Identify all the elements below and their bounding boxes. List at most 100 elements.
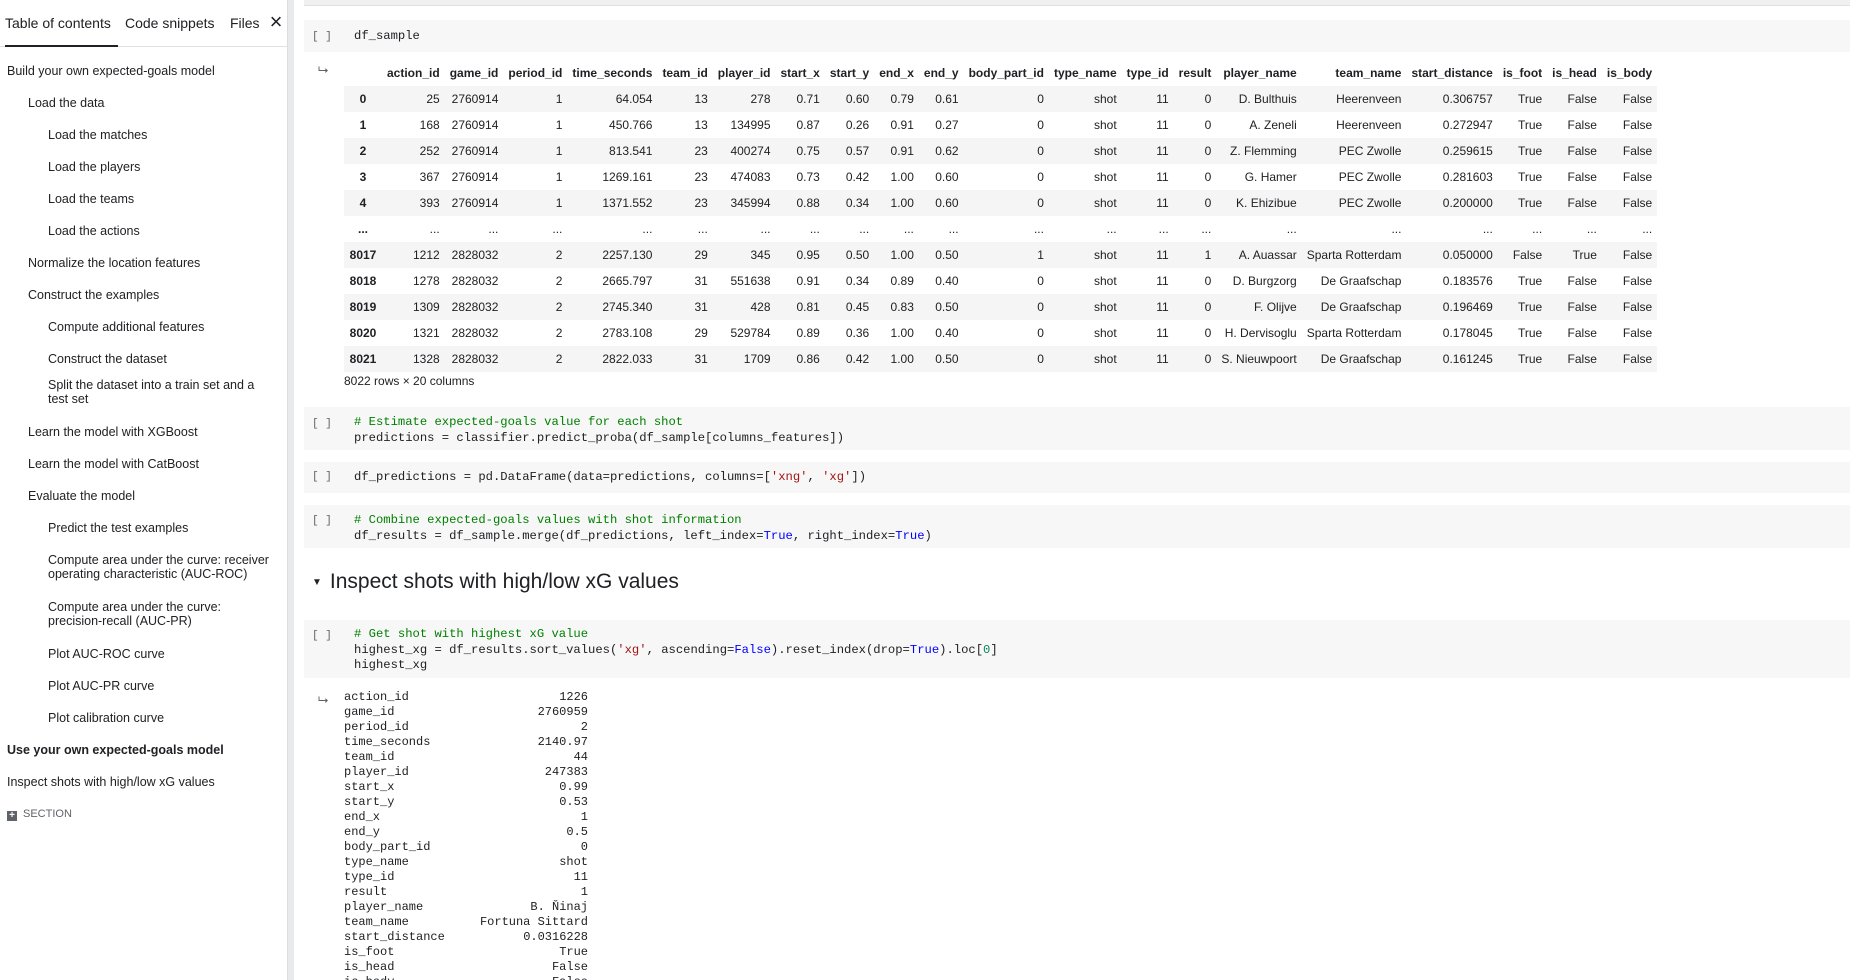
table-cell: 1709	[743, 352, 771, 366]
toc-item[interactable]: Load the matches	[48, 128, 276, 142]
toc-item[interactable]: Plot AUC-ROC curve	[48, 647, 276, 661]
code-cell[interactable]: [ ] # Estimate expected-goals value for …	[304, 407, 1850, 450]
close-icon[interactable]: ×	[266, 11, 286, 33]
series-row: is_bodyFalse	[344, 975, 588, 980]
toc-item[interactable]: Construct the dataset	[48, 352, 276, 366]
add-section-button[interactable]: + SECTION	[7, 808, 72, 821]
table-cell: 0.60	[935, 196, 959, 210]
series-key: player_name	[344, 900, 424, 914]
toc-item[interactable]: Compute additional features	[48, 320, 276, 334]
toc-item[interactable]: Compute area under the curve: precision-…	[48, 600, 276, 628]
table-header: action_id game_id period_id time_seconds tea…	[344, 60, 1657, 86]
table-cell: True	[1517, 300, 1543, 314]
column-header: body_part_id	[968, 66, 1044, 80]
code-editor[interactable]: # Combine expected-goals values with sho…	[354, 513, 932, 544]
toc-item[interactable]: Load the players	[48, 160, 276, 174]
code-cell[interactable]: [ ] # Combine expected-goals values with…	[304, 505, 1850, 548]
series-row: time_seconds 2140.97	[344, 735, 588, 750]
tab-files[interactable]: Files	[230, 0, 260, 47]
output-icon[interactable]: ⮡	[318, 62, 328, 78]
table-cell: Sparta Rotterdam	[1306, 248, 1402, 262]
column-header: end_y	[923, 66, 959, 80]
table-cell: shot	[1093, 248, 1117, 262]
tab-table-of-contents[interactable]: Table of contents	[5, 0, 118, 47]
table-cell: True	[1517, 92, 1543, 106]
table-cell: 428	[750, 300, 771, 314]
table-cell: 0	[1204, 274, 1212, 288]
series-row: player_id 247383	[344, 765, 588, 780]
table-cell: 0.75	[796, 144, 820, 158]
collapse-caret-icon[interactable]: ▼	[312, 577, 322, 588]
dataframe-shape: 8022 rows × 20 columns	[344, 374, 475, 388]
series-value: 2140.97	[537, 735, 588, 749]
column-header: start_distance	[1411, 66, 1493, 80]
table-cell: 29	[694, 326, 708, 340]
series-value: 11	[573, 870, 588, 884]
series-key: player_id	[344, 765, 409, 779]
section-heading[interactable]: ▼ Inspect shots with high/low xG values	[312, 570, 679, 594]
output-icon[interactable]: ⮡	[318, 692, 328, 708]
run-cell-button[interactable]: [ ]	[312, 630, 332, 642]
run-cell-button[interactable]: [ ]	[312, 31, 332, 43]
table-cell: 1	[555, 118, 563, 132]
table-cell: H. Dervisoglu	[1224, 326, 1297, 340]
run-cell-button[interactable]: [ ]	[312, 471, 332, 483]
toc-item[interactable]: Compute area under the curve: receiver o…	[48, 553, 276, 581]
table-cell: 31	[694, 300, 708, 314]
code-editor[interactable]: df_predictions = pd.DataFrame(data=predi…	[354, 470, 866, 486]
toc-item[interactable]: Learn the model with XGBoost	[28, 425, 198, 439]
toc-item[interactable]: Inspect shots with high/low xG values	[7, 775, 215, 789]
code-editor[interactable]: # Estimate expected-goals value for each…	[354, 415, 844, 446]
table-cell: 31	[694, 352, 708, 366]
toc-item[interactable]: Normalize the location features	[28, 256, 200, 270]
table-cell: shot	[1093, 196, 1117, 210]
table-cell: 0	[1037, 170, 1044, 184]
series-value: 1	[580, 885, 588, 899]
code-comment: # Get shot with highest xG value	[354, 627, 589, 641]
plus-icon: +	[7, 811, 17, 821]
table-row: 8019 1309 2828032 2 2745.340 31 428 0.81 0.45 0.8…	[344, 294, 1658, 320]
table-cell: 2257.130	[602, 248, 653, 262]
table-cell: 0.45	[845, 300, 870, 314]
table-cell: 0	[1204, 118, 1212, 132]
run-cell-button[interactable]: [ ]	[312, 418, 332, 430]
table-cell: False	[1567, 274, 1597, 288]
toc-item[interactable]: Load the data	[28, 96, 104, 110]
table-cell: 23	[694, 196, 708, 210]
code-cell[interactable]: [ ] df_predictions = pd.DataFrame(data=p…	[304, 462, 1850, 493]
table-cell: 0.60	[845, 92, 870, 106]
toc-item[interactable]: Load the teams	[48, 192, 276, 206]
run-cell-button[interactable]: [ ]	[312, 515, 332, 527]
table-cell: 0.42	[845, 170, 870, 184]
series-key: end_y	[344, 825, 381, 839]
table-cell: 0.36	[845, 326, 870, 340]
series-value: 2	[580, 720, 588, 734]
table-cell: False	[1567, 144, 1597, 158]
toc-item[interactable]: Construct the examples	[28, 288, 159, 302]
tab-code-snippets[interactable]: Code snippets	[125, 0, 215, 47]
table-cell: 0.183576	[1442, 274, 1493, 288]
table-cell: 400274	[730, 144, 771, 158]
toc-item[interactable]: Predict the test examples	[48, 521, 276, 535]
table-cell: 393	[419, 196, 440, 210]
toc-item[interactable]: Plot calibration curve	[48, 711, 276, 725]
code-cell[interactable]: [ ] df_sample	[304, 20, 1850, 52]
toc-item[interactable]: Build your own expected-goals model	[7, 64, 215, 78]
toc-item[interactable]: Learn the model with CatBoost	[28, 457, 199, 471]
code-editor[interactable]: df_sample	[354, 29, 420, 45]
series-key: start_x	[344, 780, 395, 794]
toc-item[interactable]: Split the dataset into a train set and a…	[48, 378, 276, 406]
code-cell[interactable]: [ ] # Get shot with highest xG value hig…	[304, 620, 1850, 678]
table-cell: F. Olijve	[1254, 300, 1297, 314]
code-string: 'xg'	[617, 642, 647, 657]
table-cell: False	[1567, 196, 1597, 210]
table-cell: 11	[1156, 300, 1169, 314]
series-row: game_id 2760959	[344, 705, 588, 720]
toc-item[interactable]: Evaluate the model	[28, 489, 135, 503]
toc-item[interactable]: Use your own expected-goals model	[7, 743, 224, 757]
code-editor[interactable]: # Get shot with highest xG value highest…	[354, 627, 998, 674]
toc-item[interactable]: Load the actions	[48, 224, 276, 238]
toc-item[interactable]: Plot AUC-PR curve	[48, 679, 276, 693]
code-comment: # Combine expected-goals values with sho…	[354, 513, 742, 527]
row-index: 8017	[349, 248, 377, 262]
